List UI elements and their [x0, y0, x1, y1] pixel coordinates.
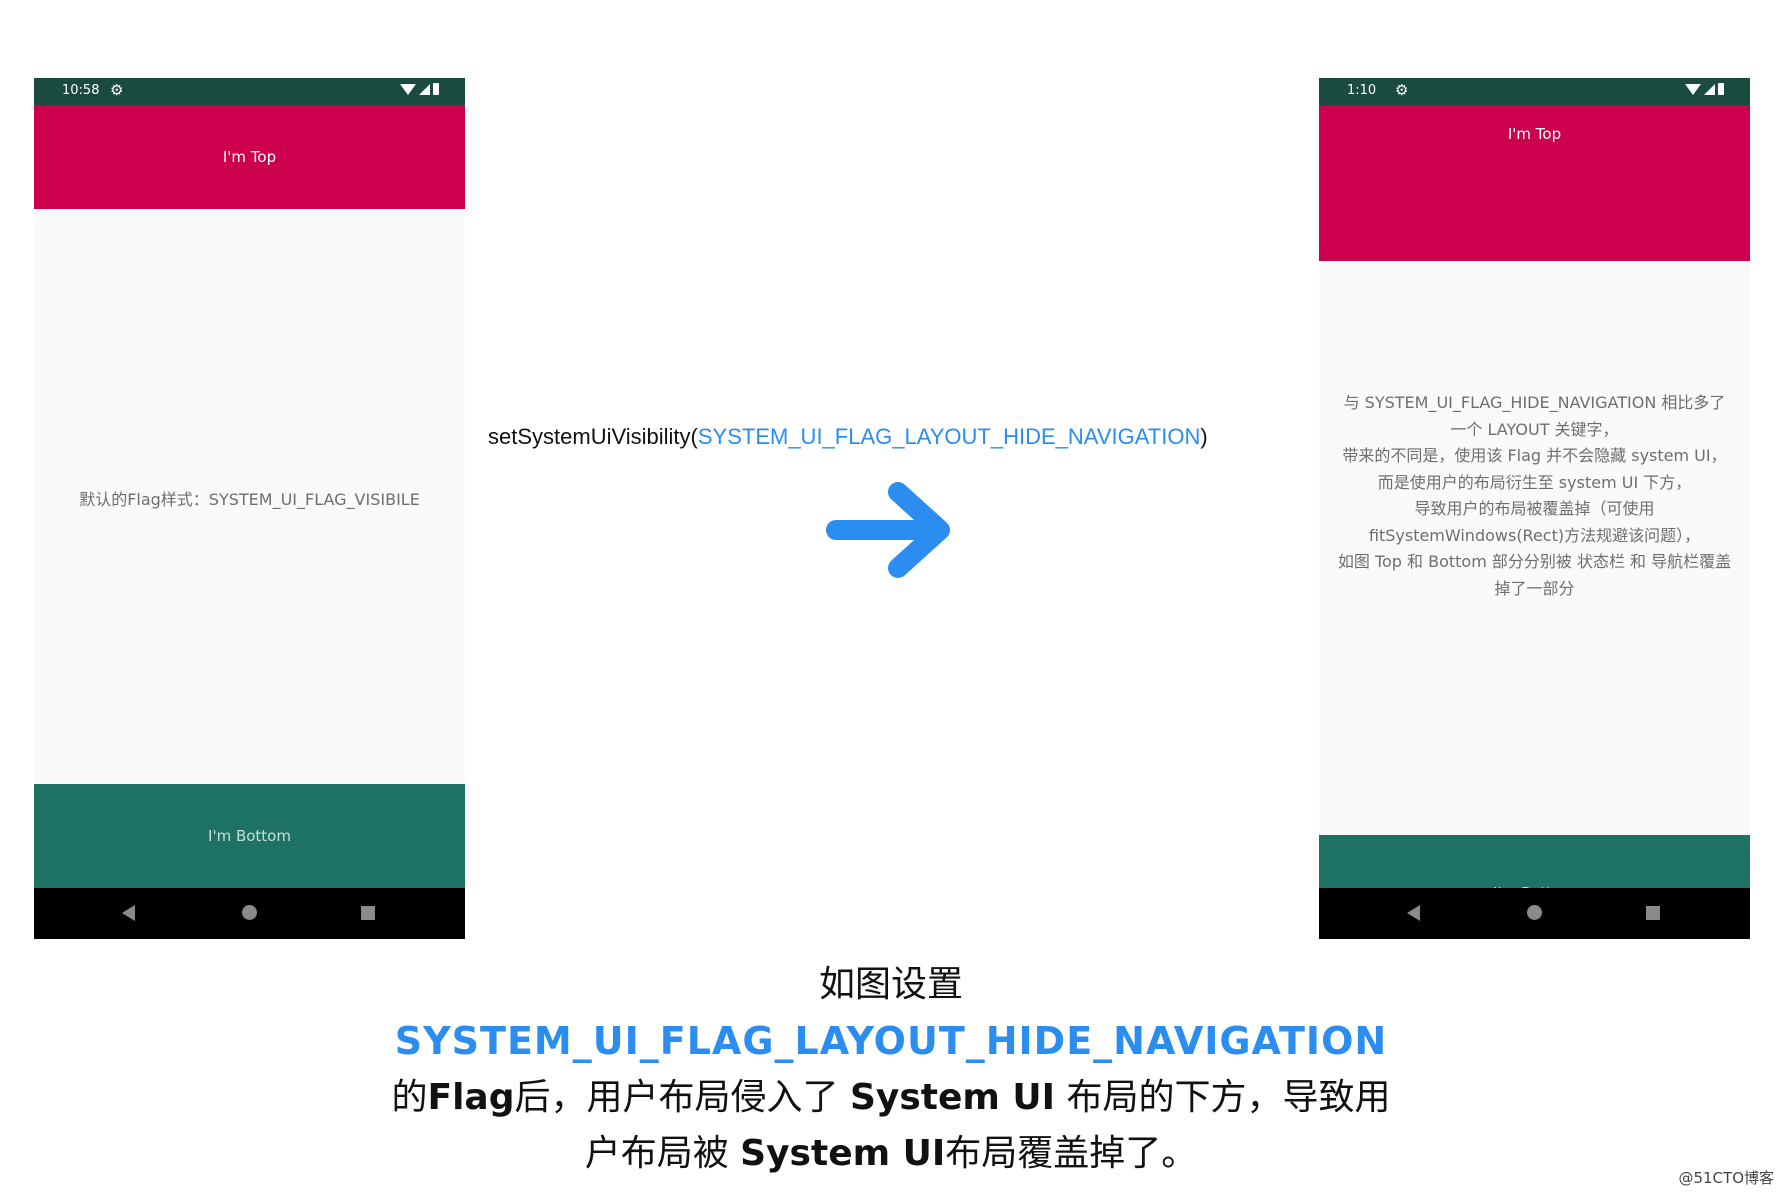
status-bar: 1:10 ⚙	[1319, 78, 1750, 105]
home-icon[interactable]	[242, 905, 257, 920]
phone-screenshot-right: I'm Top 1:10 ⚙ 与 SYSTEM_UI_FLAG_HIDE_NAV…	[1319, 78, 1750, 939]
recent-apps-icon[interactable]	[1646, 906, 1660, 920]
caption-text: 布局覆盖掉了。	[945, 1133, 1198, 1174]
note-line: 与 SYSTEM_UI_FLAG_HIDE_NAVIGATION 相比多了一个 …	[1343, 393, 1726, 439]
caption-line-1: 如图设置	[818, 964, 963, 1005]
caption-line-3: 的Flag后，用户布局侵入了 System UI 布局的下方，导致用	[0, 1070, 1782, 1126]
bottom-label: I'm Bottom	[208, 827, 291, 845]
back-icon[interactable]	[1407, 905, 1420, 921]
caption-text: 的	[391, 1077, 428, 1118]
api-close: )	[1200, 424, 1208, 449]
top-label: I'm Top	[222, 148, 277, 166]
caption-line-2: SYSTEM_UI_FLAG_LAYOUT_HIDE_NAVIGATION	[394, 1019, 1388, 1063]
navigation-bar	[1319, 888, 1750, 939]
note-line: 导致用户的布局被覆盖掉（可使用 fitSystemWindows(Rect)方法…	[1368, 499, 1701, 545]
caption: 如图设置 SYSTEM_UI_FLAG_LAYOUT_HIDE_NAVIGATI…	[0, 958, 1782, 1182]
caption-bold: System UI	[849, 1077, 1056, 1118]
signal-icon	[1704, 83, 1715, 95]
caption-line-4: 户布局被 System UI布局覆盖掉了。	[0, 1126, 1782, 1182]
signal-icon	[419, 83, 430, 95]
navigation-bar	[34, 888, 465, 939]
status-icons	[1685, 83, 1724, 95]
arrow-right-icon	[826, 482, 950, 578]
top-label: I'm Top	[1507, 125, 1562, 143]
api-call-text: setSystemUiVisibility(SYSTEM_UI_FLAG_LAY…	[488, 424, 1208, 450]
phone-screenshot-left: 10:58 ⚙ I'm Top 默认的Flag样式：SYSTEM_UI_FLAG…	[34, 78, 465, 939]
caption-text: 后，用户布局侵入了	[514, 1077, 850, 1118]
center-note: 默认的Flag样式：SYSTEM_UI_FLAG_VISIBILE	[79, 490, 420, 509]
caption-text: 户布局被	[584, 1133, 741, 1174]
center-note: 与 SYSTEM_UI_FLAG_HIDE_NAVIGATION 相比多了一个 …	[1319, 390, 1750, 602]
note-line: 如图 Top 和 Bottom 部分分别被 状态栏 和 导航栏覆盖掉了一部分	[1337, 552, 1732, 598]
caption-bold: System UI	[740, 1133, 946, 1174]
top-bar: I'm Top	[1319, 78, 1750, 261]
wifi-icon	[400, 83, 416, 95]
gear-icon: ⚙	[110, 81, 124, 99]
note-line: 带来的不同是，使用该 Flag 并不会隐藏 system UI，	[1342, 446, 1727, 465]
gear-icon: ⚙	[1395, 81, 1409, 99]
caption-bold: Flag	[427, 1077, 515, 1118]
status-time: 1:10	[1347, 83, 1377, 98]
api-method: setSystemUiVisibility(	[488, 424, 698, 449]
battery-icon	[433, 83, 439, 95]
note-line: 而是使用户的布局衍生至 system UI 下方，	[1377, 472, 1692, 492]
recent-apps-icon[interactable]	[361, 906, 375, 920]
bottom-bar: I'm Bottom	[34, 784, 465, 888]
back-icon[interactable]	[122, 905, 135, 921]
api-flag: SYSTEM_UI_FLAG_LAYOUT_HIDE_NAVIGATION	[697, 424, 1201, 449]
wifi-icon	[1685, 83, 1701, 95]
battery-icon	[1718, 83, 1724, 95]
home-icon[interactable]	[1527, 905, 1542, 920]
top-bar: I'm Top	[34, 105, 465, 209]
status-time: 10:58	[62, 83, 100, 98]
status-bar: 10:58 ⚙	[34, 78, 465, 105]
watermark: @51CTO博客	[1678, 1169, 1774, 1187]
status-icons	[400, 83, 439, 95]
caption-text: 布局的下方，导致用	[1055, 1077, 1391, 1118]
